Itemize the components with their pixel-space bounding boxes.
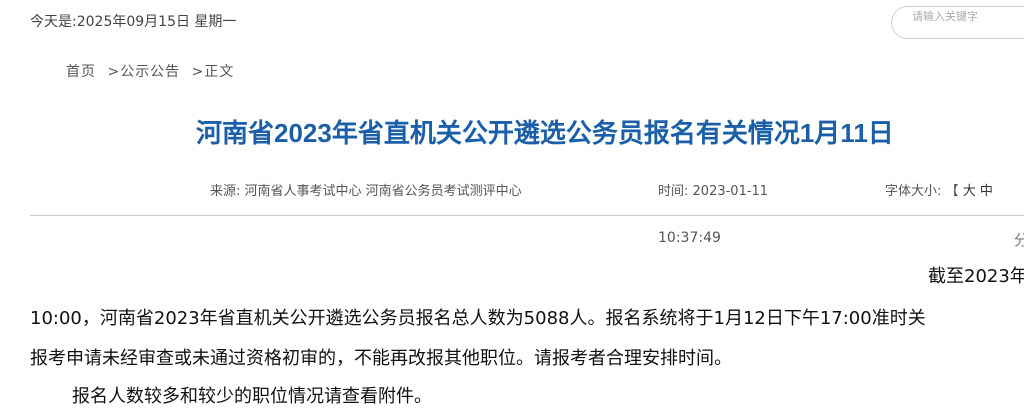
breadcrumb: 首页 >公示公告 >正文 [66,61,234,81]
source-value: 河南省人事考试中心 河南省公务员考试测评中心 [244,184,522,199]
font-size-label: 字体大小: [885,184,942,199]
font-size-bracket: 【 [945,184,959,199]
article-source: 来源: 河南省人事考试中心 河南省公务员考试测评中心 [210,180,522,199]
time-value: 2023-01-11 [692,184,769,199]
article-time-continued: 10:37:49 [658,230,721,246]
breadcrumb-announcements[interactable]: 公示公告 [120,64,180,80]
breadcrumb-current: 正文 [204,64,235,80]
share-text[interactable]: 分 [1014,229,1024,250]
source-label: 来源: [210,184,241,199]
font-size-medium-button[interactable]: 中 [980,184,993,199]
current-date: 今天是:2025年09月15日 星期一 [30,14,237,30]
article-paragraph-line: 10:00，河南省2023年省直机关公开遴选公务员报名总人数为5088人。报名系… [30,308,926,329]
breadcrumb-separator: > [191,64,205,80]
article-paragraph-line: 报考申请未经审查或未通过资格初审的，不能再改报其他职位。请报考者合理安排时间。 [30,348,732,369]
article-title: 河南省2023年省直机关公开遴选公务员报名有关情况1月11日 [196,118,894,148]
header-divider [30,215,1024,216]
article-paragraph-line: 报名人数较多和较少的职位情况请查看附件。 [72,386,432,407]
search-box[interactable] [891,6,1024,39]
font-size-large-button[interactable]: 大 [963,184,976,199]
article-paragraph-line: 截至2023年 [928,266,1024,287]
search-input[interactable] [892,7,1024,38]
breadcrumb-home[interactable]: 首页 [66,64,96,80]
article-time: 时间: 2023-01-11 [658,180,768,199]
font-size-control: 字体大小: 【 大 中 [885,180,993,199]
time-label: 时间: [658,184,689,199]
breadcrumb-separator: > [107,64,121,80]
